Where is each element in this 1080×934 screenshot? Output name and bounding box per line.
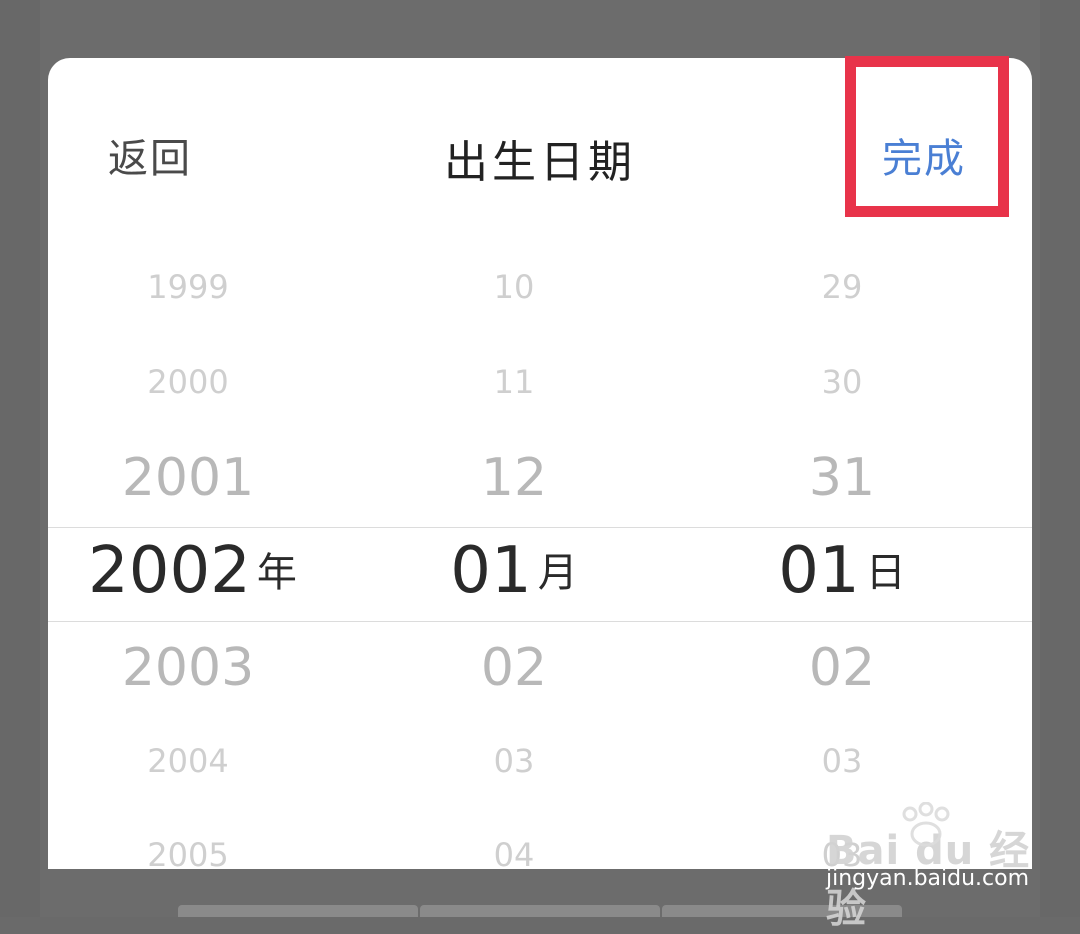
month-wheel[interactable]: 10 11 12 01 月 02 03 04: [414, 58, 614, 869]
year-option[interactable]: 2001: [88, 448, 288, 508]
day-option[interactable]: 30: [742, 363, 942, 401]
month-option[interactable]: 02: [414, 638, 614, 698]
background-tab: [178, 905, 418, 917]
month-selected-value: 01: [450, 534, 532, 608]
year-wheel[interactable]: 1999 2000 2001 2002 年 2003 2004 2005: [88, 58, 297, 869]
year-option[interactable]: 2003: [88, 638, 288, 698]
background-tab: [420, 905, 660, 917]
baidu-jingyan-watermark: Bai du 经验 jingyan.baidu.com: [826, 800, 1036, 932]
day-unit: 日: [865, 550, 906, 596]
month-option[interactable]: 11: [414, 363, 614, 401]
month-selected[interactable]: 01 月: [414, 534, 614, 608]
day-selected[interactable]: 01 日: [742, 534, 942, 608]
month-unit: 月: [537, 550, 578, 596]
day-option[interactable]: 29: [742, 268, 942, 306]
year-option[interactable]: 2004: [88, 742, 288, 780]
day-selected-value: 01: [778, 534, 860, 608]
year-option[interactable]: 1999: [88, 268, 288, 306]
year-selected-value: 2002: [88, 534, 251, 608]
day-option[interactable]: 03: [742, 742, 942, 780]
month-option[interactable]: 04: [414, 836, 614, 869]
day-option[interactable]: 31: [742, 448, 942, 508]
year-option[interactable]: 2005: [88, 836, 288, 869]
month-option[interactable]: 03: [414, 742, 614, 780]
day-option[interactable]: 02: [742, 638, 942, 698]
month-option[interactable]: 10: [414, 268, 614, 306]
year-unit: 年: [256, 550, 297, 596]
year-option[interactable]: 2000: [88, 363, 288, 401]
year-selected[interactable]: 2002 年: [88, 534, 297, 608]
paw-icon: [902, 802, 950, 847]
watermark-url: jingyan.baidu.com: [826, 866, 1030, 891]
month-option[interactable]: 12: [414, 448, 614, 508]
annotation-highlight-box: [845, 56, 1009, 217]
